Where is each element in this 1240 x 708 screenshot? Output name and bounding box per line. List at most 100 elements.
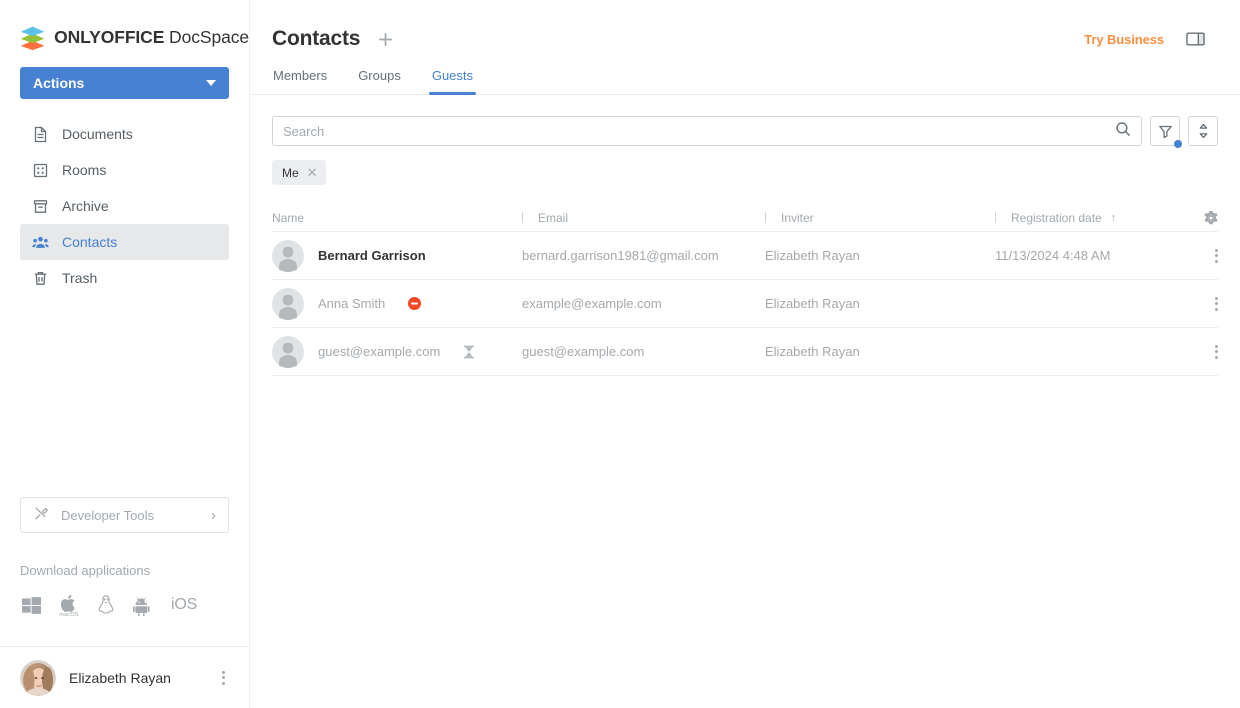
sidebar-item-label: Contacts <box>62 234 118 250</box>
contacts-table: Name Email Inviter Registration date ↑ B… <box>250 204 1240 376</box>
add-contact-button[interactable] <box>376 30 394 48</box>
try-business-link[interactable]: Try Business <box>1084 32 1164 47</box>
search-icon[interactable] <box>1115 121 1131 142</box>
table-row[interactable]: Bernard Garrison bernard.garrison1981@gm… <box>272 232 1218 280</box>
column-header-inviter[interactable]: Inviter <box>765 211 995 225</box>
app-root: ONLYOFFICE DocSpace Actions Documents Ro… <box>0 0 1240 708</box>
download-applications-label: Download applications <box>20 563 151 578</box>
chevron-right-icon: › <box>211 506 216 524</box>
filter-button[interactable] <box>1150 116 1182 148</box>
column-divider <box>995 212 996 223</box>
topbar-actions: Try Business <box>1084 31 1205 47</box>
row-name-cell: Bernard Garrison <box>272 239 522 272</box>
filter-active-badge <box>1174 140 1182 148</box>
actions-button-label: Actions <box>33 75 85 91</box>
filter-chip-me[interactable]: Me ✕ <box>272 160 326 185</box>
column-header-registration-date[interactable]: Registration date ↑ <box>995 211 1190 225</box>
avatar <box>272 287 304 320</box>
ios-icon[interactable]: iOS <box>171 596 197 614</box>
user-profile[interactable]: Elizabeth Rayan <box>0 646 249 708</box>
chevron-down-icon <box>206 80 216 86</box>
archive-icon <box>32 198 49 215</box>
avatar <box>20 659 56 696</box>
status-pending-icon <box>463 345 475 359</box>
row-name: Bernard Garrison <box>318 248 426 263</box>
table-row[interactable]: guest@example.com guest@example.com Eliz… <box>272 328 1218 376</box>
sidebar-item-contacts[interactable]: Contacts <box>20 224 229 260</box>
page-title: Contacts <box>272 27 361 50</box>
logo[interactable]: ONLYOFFICE DocSpace <box>0 0 249 55</box>
more-options-icon[interactable] <box>1215 248 1218 263</box>
macos-label: macOS <box>59 611 79 618</box>
tab-guests[interactable]: Guests <box>428 68 477 95</box>
row-context-menu[interactable] <box>1190 296 1218 311</box>
logo-brand-light: DocSpace <box>164 27 249 47</box>
profile-menu-icon[interactable] <box>218 667 229 689</box>
windows-icon[interactable] <box>20 594 42 616</box>
column-header-label: Email <box>538 210 569 225</box>
sidebar-item-archive[interactable]: Archive <box>20 188 229 224</box>
row-name-cell: guest@example.com <box>272 335 522 368</box>
sidebar-item-label: Trash <box>62 270 98 286</box>
tab-members[interactable]: Members <box>272 68 328 94</box>
topbar: Contacts Try Business <box>250 0 1240 56</box>
search-box[interactable] <box>272 116 1142 146</box>
rooms-icon <box>32 162 49 179</box>
column-header-email[interactable]: Email <box>522 211 765 225</box>
table-settings-button[interactable] <box>1190 210 1218 225</box>
developer-tools-button[interactable]: Developer Tools › <box>20 497 229 533</box>
more-options-icon[interactable] <box>1215 344 1218 359</box>
row-inviter: Elizabeth Rayan <box>765 248 860 263</box>
developer-tools-label: Developer Tools <box>61 507 154 523</box>
search-row <box>250 116 1240 148</box>
sidebar-item-trash[interactable]: Trash <box>20 260 229 296</box>
avatar <box>272 239 304 272</box>
actions-button[interactable]: Actions <box>20 67 229 99</box>
search-input[interactable] <box>283 123 1115 139</box>
tabs: Members Groups Guests <box>250 68 1240 95</box>
logo-brand-bold: ONLYOFFICE <box>54 27 165 47</box>
linux-icon[interactable] <box>96 594 116 616</box>
table-header: Name Email Inviter Registration date ↑ <box>272 204 1218 232</box>
row-name-cell: Anna Smith <box>272 287 522 320</box>
table-row[interactable]: Anna Smith example@example.com Elizabeth… <box>272 280 1218 328</box>
tab-groups[interactable]: Groups <box>357 68 402 94</box>
more-options-icon[interactable] <box>1215 296 1218 311</box>
row-inviter: Elizabeth Rayan <box>765 296 860 311</box>
macos-icon[interactable]: macOS <box>59 593 79 618</box>
row-email: example@example.com <box>522 296 662 311</box>
close-icon[interactable]: ✕ <box>307 166 318 179</box>
row-email: bernard.garrison1981@gmail.com <box>522 248 719 263</box>
avatar <box>272 335 304 368</box>
column-header-label: Registration date <box>1011 210 1102 225</box>
document-icon <box>32 126 49 143</box>
sort-button[interactable] <box>1188 116 1218 146</box>
toggle-info-panel-icon[interactable] <box>1186 31 1205 47</box>
filter-chips: Me ✕ <box>250 160 1240 185</box>
sidebar-item-rooms[interactable]: Rooms <box>20 152 229 188</box>
row-email: guest@example.com <box>522 344 645 359</box>
contacts-icon <box>32 234 49 251</box>
trash-icon <box>32 270 49 287</box>
column-divider <box>765 212 766 223</box>
row-context-menu[interactable] <box>1190 344 1218 359</box>
sidebar-item-label: Documents <box>62 126 133 142</box>
status-disabled-icon <box>408 297 422 310</box>
sidebar-item-documents[interactable]: Documents <box>20 116 229 152</box>
sidebar-item-label: Rooms <box>62 162 107 178</box>
row-context-menu[interactable] <box>1190 248 1218 263</box>
column-header-label: Name <box>272 210 305 225</box>
row-name: Anna Smith <box>318 296 386 311</box>
row-inviter: Elizabeth Rayan <box>765 344 860 359</box>
android-icon[interactable] <box>133 595 154 616</box>
row-name: guest@example.com <box>318 344 441 359</box>
user-profile-name: Elizabeth Rayan <box>69 669 171 686</box>
column-header-name[interactable]: Name <box>272 211 522 225</box>
sort-ascending-icon: ↑ <box>1110 211 1117 224</box>
sidebar-item-label: Archive <box>62 198 109 214</box>
download-applications-list: macOS iOS <box>20 590 249 620</box>
main-content: Contacts Try Business Members Groups Gue… <box>250 0 1240 708</box>
column-divider <box>522 212 523 223</box>
filter-chip-label: Me <box>282 165 299 180</box>
